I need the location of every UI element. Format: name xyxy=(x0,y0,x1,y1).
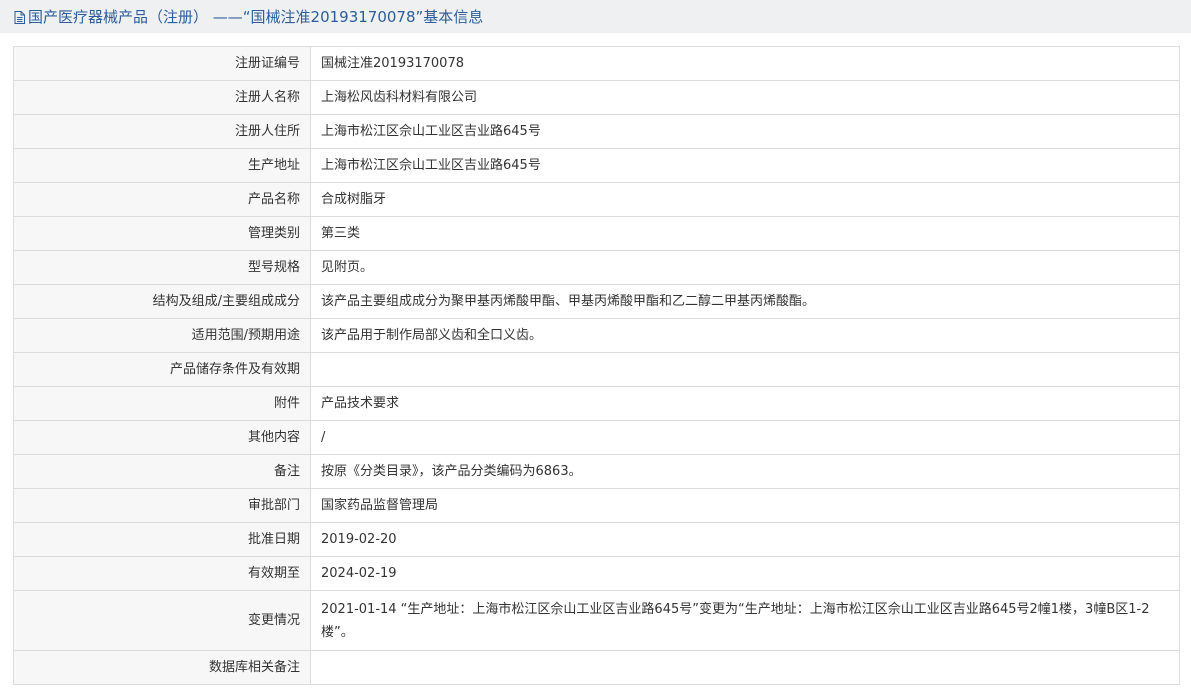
table-row: 生产地址 上海市松江区佘山工业区吉业路645号 xyxy=(13,148,1180,183)
row-label: 其他内容 xyxy=(13,420,311,455)
table-row: 注册人名称 上海松风齿科材料有限公司 xyxy=(13,80,1180,115)
row-label: 变更情况 xyxy=(13,590,311,651)
table-row: 注册人住所 上海市松江区佘山工业区吉业路645号 xyxy=(13,114,1180,149)
row-value: 按原《分类目录》，该产品分类编码为6863。 xyxy=(310,454,1180,489)
row-label: 注册证编号 xyxy=(13,46,311,81)
table-row: 批准日期 2019-02-20 xyxy=(13,522,1180,557)
table-row: 审批部门 国家药品监督管理局 xyxy=(13,488,1180,523)
table-row: 备注 按原《分类目录》，该产品分类编码为6863。 xyxy=(13,454,1180,489)
row-value: 该产品主要组成成分为聚甲基丙烯酸甲酯、甲基丙烯酸甲酯和乙二醇二甲基丙烯酸酯。 xyxy=(310,284,1180,319)
table-row: 数据库相关备注 xyxy=(13,650,1180,685)
row-label: 生产地址 xyxy=(13,148,311,183)
row-value xyxy=(310,650,1180,685)
row-value: 上海松风齿科材料有限公司 xyxy=(310,80,1180,115)
row-label: 管理类别 xyxy=(13,216,311,251)
row-value: 上海市松江区佘山工业区吉业路645号 xyxy=(310,114,1180,149)
row-value: 该产品用于制作局部义齿和全口义齿。 xyxy=(310,318,1180,353)
page-title: 国产医疗器械产品（注册） ——“国械注准20193170078”基本信息 xyxy=(28,8,484,26)
info-table-body: 注册证编号 国械注准20193170078 注册人名称 上海松风齿科材料有限公司 注… xyxy=(13,46,1180,685)
row-label: 附件 xyxy=(13,386,311,421)
row-label: 注册人名称 xyxy=(13,80,311,115)
row-value: 第三类 xyxy=(310,216,1180,251)
row-value: 见附页。 xyxy=(310,250,1180,285)
row-label: 产品储存条件及有效期 xyxy=(13,352,311,387)
row-label: 审批部门 xyxy=(13,488,311,523)
row-label: 结构及组成/主要组成成分 xyxy=(13,284,311,319)
page-header: 国产医疗器械产品（注册） ——“国械注准20193170078”基本信息 xyxy=(0,0,1191,33)
info-table-container: 注册证编号 国械注准20193170078 注册人名称 上海松风齿科材料有限公司 注… xyxy=(13,46,1180,685)
row-value: 2019-02-20 xyxy=(310,522,1180,557)
table-row: 变更情况 2021-01-14 “生产地址：上海市松江区佘山工业区吉业路645号”… xyxy=(13,590,1180,651)
table-row: 产品储存条件及有效期 xyxy=(13,352,1180,387)
row-label: 型号规格 xyxy=(13,250,311,285)
table-row: 其他内容 / xyxy=(13,420,1180,455)
table-row: 有效期至 2024-02-19 xyxy=(13,556,1180,591)
row-value: / xyxy=(310,420,1180,455)
row-value: 2021-01-14 “生产地址：上海市松江区佘山工业区吉业路645号”变更为“… xyxy=(310,590,1180,651)
table-row: 管理类别 第三类 xyxy=(13,216,1180,251)
table-row: 注册证编号 国械注准20193170078 xyxy=(13,46,1180,81)
row-label: 批准日期 xyxy=(13,522,311,557)
table-row: 适用范围/预期用途 该产品用于制作局部义齿和全口义齿。 xyxy=(13,318,1180,353)
row-label: 适用范围/预期用途 xyxy=(13,318,311,353)
row-value: 上海市松江区佘山工业区吉业路645号 xyxy=(310,148,1180,183)
table-row: 型号规格 见附页。 xyxy=(13,250,1180,285)
row-value: 2024-02-19 xyxy=(310,556,1180,591)
row-label: 数据库相关备注 xyxy=(13,650,311,685)
table-row: 结构及组成/主要组成成分 该产品主要组成成分为聚甲基丙烯酸甲酯、甲基丙烯酸甲酯和乙… xyxy=(13,284,1180,319)
row-value xyxy=(310,352,1180,387)
row-value: 产品技术要求 xyxy=(310,386,1180,421)
row-value: 合成树脂牙 xyxy=(310,182,1180,217)
row-label: 有效期至 xyxy=(13,556,311,591)
table-row: 附件 产品技术要求 xyxy=(13,386,1180,421)
table-row: 产品名称 合成树脂牙 xyxy=(13,182,1180,217)
row-label: 备注 xyxy=(13,454,311,489)
document-icon xyxy=(14,10,25,24)
row-value: 国械注准20193170078 xyxy=(310,46,1180,81)
row-value: 国家药品监督管理局 xyxy=(310,488,1180,523)
row-label: 注册人住所 xyxy=(13,114,311,149)
row-label: 产品名称 xyxy=(13,182,311,217)
info-table: 注册证编号 国械注准20193170078 注册人名称 上海松风齿科材料有限公司 注… xyxy=(13,46,1180,685)
